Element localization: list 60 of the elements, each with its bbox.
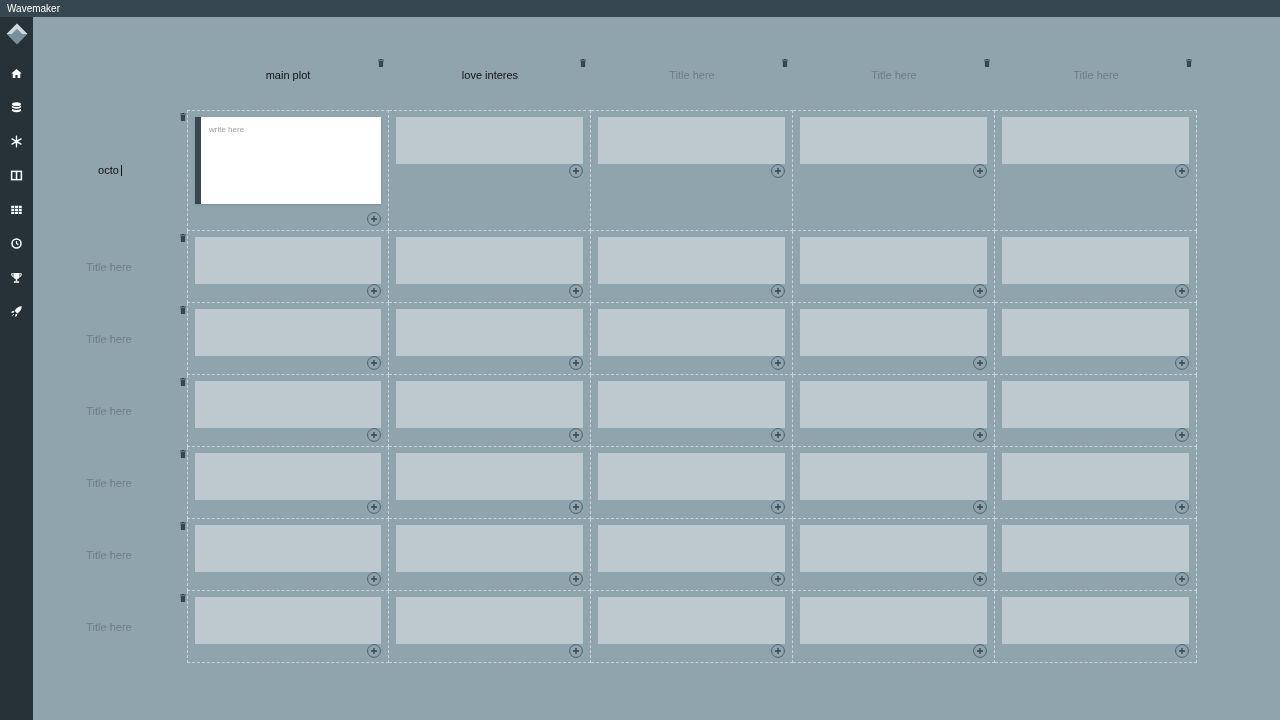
columns-icon[interactable] [9,168,24,183]
note-editor[interactable]: write here [195,117,381,204]
trash-icon[interactable] [1186,59,1192,67]
add-icon[interactable] [771,644,785,658]
add-icon[interactable] [367,356,381,370]
trash-icon[interactable] [180,306,186,314]
add-icon[interactable] [1175,284,1189,298]
add-icon[interactable] [771,284,785,298]
rocket-icon[interactable] [9,304,24,319]
add-icon[interactable] [367,212,381,226]
add-icon[interactable] [771,428,785,442]
add-icon[interactable] [1175,500,1189,514]
add-icon[interactable] [569,284,583,298]
trash-icon[interactable] [180,450,186,458]
add-icon[interactable] [973,428,987,442]
add-icon[interactable] [1175,428,1189,442]
trash-icon[interactable] [180,522,186,530]
add-icon[interactable] [1175,644,1189,658]
trash-icon[interactable] [180,113,186,121]
add-icon[interactable] [1175,356,1189,370]
trash-icon[interactable] [180,594,186,602]
add-icon[interactable] [973,164,987,178]
add-icon[interactable] [1175,164,1189,178]
add-icon[interactable] [569,428,583,442]
trash-icon[interactable] [378,59,384,67]
trash-icon[interactable] [180,378,186,386]
add-icon[interactable] [1175,572,1189,586]
snowflake-icon[interactable] [9,134,24,149]
add-icon[interactable] [569,356,583,370]
trash-icon[interactable] [782,59,788,67]
row-title[interactable]: octo [98,165,122,176]
add-icon[interactable] [569,164,583,178]
column-title[interactable]: love interes [461,70,519,81]
add-icon[interactable] [367,284,381,298]
add-icon[interactable] [569,500,583,514]
add-icon[interactable] [771,164,785,178]
add-icon[interactable] [973,284,987,298]
trash-icon[interactable] [984,59,990,67]
trash-icon[interactable] [180,234,186,242]
database-icon[interactable] [9,100,24,115]
add-icon[interactable] [771,500,785,514]
add-icon[interactable] [569,644,583,658]
add-icon[interactable] [973,572,987,586]
add-icon[interactable] [973,500,987,514]
add-icon[interactable] [367,644,381,658]
add-icon[interactable] [367,572,381,586]
add-icon[interactable] [569,572,583,586]
home-icon[interactable] [9,66,24,81]
window-title: Wavemaker [7,3,60,14]
column-title[interactable]: main plot [265,70,311,81]
add-icon[interactable] [771,356,785,370]
add-icon[interactable] [771,572,785,586]
add-icon[interactable] [973,356,987,370]
trash-icon[interactable] [580,59,586,67]
add-icon[interactable] [973,644,987,658]
trophy-icon[interactable] [9,270,24,285]
clock-icon[interactable] [9,236,24,251]
add-icon[interactable] [367,428,381,442]
note-placeholder: write here [209,126,246,134]
add-icon[interactable] [367,500,381,514]
